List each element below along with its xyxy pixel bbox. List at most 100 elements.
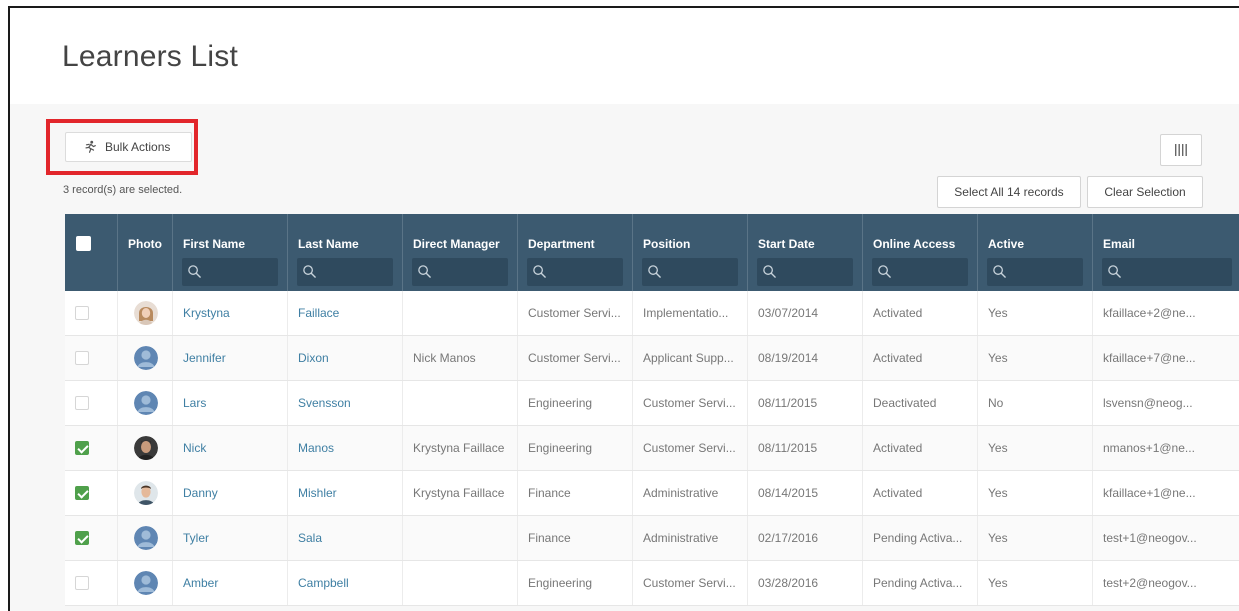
row-checkbox[interactable]	[75, 576, 89, 590]
position-cell: Customer Servi...	[633, 561, 748, 605]
first-name-link[interactable]: Tyler	[173, 516, 288, 560]
column-filter-input[interactable]	[1102, 258, 1232, 286]
last-name-link[interactable]: Campbell	[288, 561, 403, 605]
email-cell: test+2@neogov...	[1103, 576, 1197, 590]
avatar	[134, 391, 158, 415]
column-filter-input[interactable]	[297, 258, 393, 286]
running-person-icon	[85, 140, 96, 153]
direct-manager-cell	[403, 291, 518, 335]
column-header-label: Active	[988, 237, 1025, 251]
department-cell: Engineering	[518, 381, 633, 425]
table-row: Danny Mishler Krystyna Faillace Finance Admi…	[65, 471, 1239, 516]
table-body: Krystyna Faillace Customer Servi... Impleme…	[65, 291, 1239, 606]
column-filter-input[interactable]	[527, 258, 623, 286]
avatar	[134, 571, 158, 595]
last-name-link[interactable]: Svensson	[288, 381, 403, 425]
first-name-link[interactable]: Amber	[173, 561, 288, 605]
column-filter-input[interactable]	[872, 258, 968, 286]
table-header: Photo First Name Last Name Direct Manager De…	[65, 214, 1239, 291]
first-name-link[interactable]: Jennifer	[173, 336, 288, 380]
column-header: Start Date	[748, 214, 863, 291]
column-header-label: Online Access	[873, 237, 956, 251]
page-header: Learners List	[10, 8, 1239, 104]
row-select-cell	[65, 516, 118, 560]
active-cell: No	[978, 381, 1093, 425]
column-header-label: Photo	[128, 237, 162, 251]
checked-checkbox[interactable]	[75, 441, 89, 455]
column-filter-input[interactable]	[757, 258, 853, 286]
checked-checkbox[interactable]	[75, 531, 89, 545]
row-select-cell	[65, 381, 118, 425]
last-name-link[interactable]: Mishler	[288, 471, 403, 515]
position-cell: Implementatio...	[633, 291, 748, 335]
column-header: First Name	[173, 214, 288, 291]
active-cell: Yes	[978, 426, 1093, 470]
header-select-cell	[65, 214, 118, 291]
column-header-label: Last Name	[298, 237, 359, 251]
row-checkbox[interactable]	[75, 396, 89, 410]
row-select-cell	[65, 336, 118, 380]
online-access-cell: Pending Activa...	[863, 561, 978, 605]
table-row: Krystyna Faillace Customer Servi... Impleme…	[65, 291, 1239, 336]
column-header-label: First Name	[183, 237, 246, 251]
direct-manager-cell: Nick Manos	[403, 336, 518, 380]
first-name-link[interactable]: Lars	[173, 381, 288, 425]
last-name-link[interactable]: Dixon	[288, 336, 403, 380]
department-cell: Engineering	[518, 426, 633, 470]
active-cell: Yes	[978, 291, 1093, 335]
column-chooser-button[interactable]	[1160, 134, 1202, 166]
direct-manager-cell	[403, 381, 518, 425]
clear-selection-button[interactable]: Clear Selection	[1087, 176, 1203, 208]
column-filter-input[interactable]	[182, 258, 278, 286]
department-cell: Customer Servi...	[518, 336, 633, 380]
avatar	[134, 526, 158, 550]
row-checkbox[interactable]	[75, 306, 89, 320]
column-filter-input[interactable]	[412, 258, 508, 286]
first-name-link[interactable]: Krystyna	[173, 291, 288, 335]
column-filter-input[interactable]	[987, 258, 1083, 286]
select-all-records-button[interactable]: Select All 14 records	[937, 176, 1081, 208]
learners-table: Photo First Name Last Name Direct Manager De…	[65, 214, 1239, 606]
photo-cell	[118, 291, 173, 335]
bulk-actions-button[interactable]: Bulk Actions	[65, 132, 192, 162]
row-checkbox[interactable]	[75, 351, 89, 365]
direct-manager-cell: Krystyna Faillace	[403, 426, 518, 470]
app-window: Learners List Bulk Actions 3 record(s) a…	[8, 6, 1239, 611]
online-access-cell: Activated	[863, 336, 978, 380]
position-cell: Administrative	[633, 516, 748, 560]
table-row: Amber Campbell Engineering Customer Servi..…	[65, 561, 1239, 606]
column-header-label: Start Date	[758, 237, 815, 251]
start-date-cell: 03/07/2014	[748, 291, 863, 335]
photo-cell	[118, 516, 173, 560]
checked-checkbox[interactable]	[75, 486, 89, 500]
last-name-link[interactable]: Sala	[288, 516, 403, 560]
start-date-cell: 08/11/2015	[748, 426, 863, 470]
select-all-checkbox[interactable]	[76, 236, 91, 251]
first-name-link[interactable]: Nick	[173, 426, 288, 470]
department-cell: Finance	[518, 471, 633, 515]
column-header-label: Direct Manager	[413, 237, 500, 251]
active-cell: Yes	[978, 516, 1093, 560]
last-name-link[interactable]: Manos	[288, 426, 403, 470]
photo-cell	[118, 381, 173, 425]
photo-cell	[118, 471, 173, 515]
last-name-link[interactable]: Faillace	[288, 291, 403, 335]
column-filter-input[interactable]	[642, 258, 738, 286]
photo-cell	[118, 336, 173, 380]
avatar	[134, 301, 158, 325]
email-cell: nmanos+1@ne...	[1103, 441, 1195, 455]
columns-icon	[1175, 144, 1187, 156]
first-name-link[interactable]: Danny	[173, 471, 288, 515]
department-cell: Finance	[518, 516, 633, 560]
column-header: Photo	[118, 214, 173, 291]
table-row: Lars Svensson Engineering Customer Servi...…	[65, 381, 1239, 426]
direct-manager-cell: Krystyna Faillace	[403, 471, 518, 515]
avatar	[134, 346, 158, 370]
start-date-cell: 08/14/2015	[748, 471, 863, 515]
email-cell: kfaillace+1@ne...	[1103, 486, 1196, 500]
direct-manager-cell	[403, 561, 518, 605]
bulk-actions-label: Bulk Actions	[105, 140, 171, 154]
start-date-cell: 02/17/2016	[748, 516, 863, 560]
email-cell: kfaillace+7@ne...	[1103, 351, 1196, 365]
avatar	[134, 481, 158, 505]
